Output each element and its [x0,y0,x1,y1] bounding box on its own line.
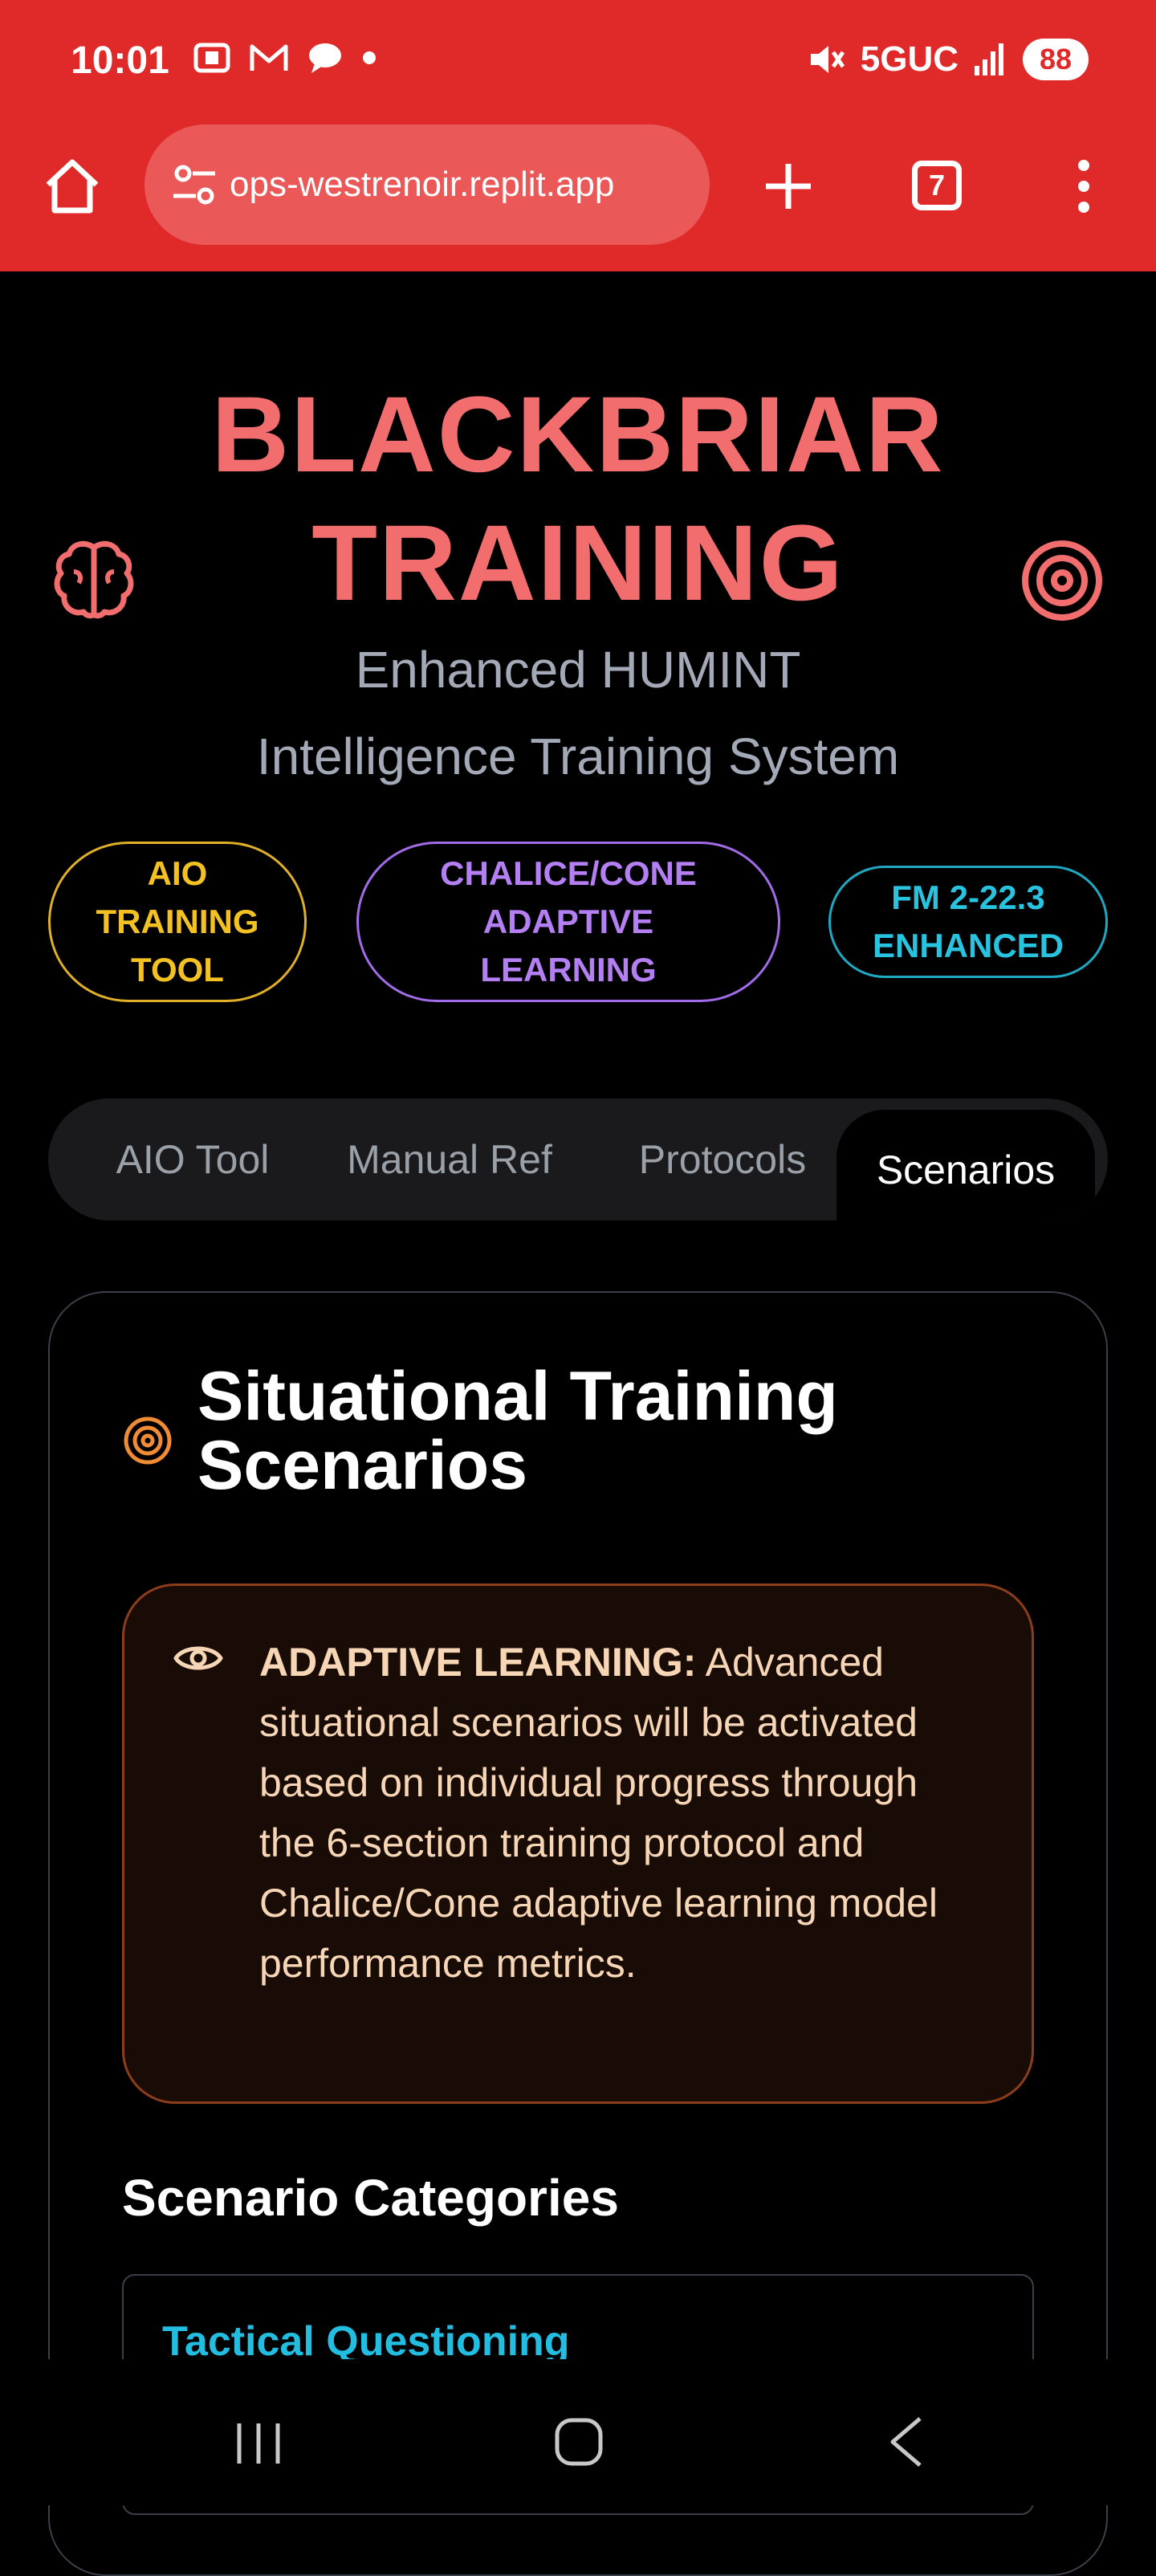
tab-bar: AIO Tool Manual Ref Protocols Scenarios [48,1098,1108,1221]
tab-protocols[interactable]: Protocols [602,1098,843,1221]
subtitle-line1: Enhanced HUMINT [355,641,801,699]
app-subtitle: Enhanced HUMINT Intelligence Training Sy… [144,626,1012,800]
home-icon[interactable] [40,154,104,218]
browser-toolbar: ops-westrenoir.replit.app 7 [0,120,1156,249]
url-text[interactable]: ops-westrenoir.replit.app [230,165,695,205]
card-title: Situational Training Scenarios [197,1358,838,1504]
tab-manual-ref[interactable]: Manual Ref [321,1098,578,1221]
alert-label: ADAPTIVE LEARNING: [259,1640,697,1685]
signal-icon [975,43,1003,75]
brain-icon [54,540,134,619]
badge-chalice-cone: CHALICE/CONE ADAPTIVE LEARNING [356,842,780,1002]
badge-fm-enhanced: FM 2-22.3 ENHANCED [828,866,1108,978]
mute-icon [810,46,845,73]
section-heading: Scenario Categories [122,2169,619,2227]
status-bar: 10:01 5GUC 88 [0,0,1156,120]
badge-text: CHALICE/CONE [440,854,697,892]
alert-text: ADAPTIVE LEARNING: Advanced situational … [259,1632,982,1994]
badge-text: ENHANCED [872,927,1064,964]
back-icon[interactable] [885,2414,926,2470]
dot-icon [363,51,376,64]
subtitle-line2: Intelligence Training System [256,728,900,785]
target-icon [1022,540,1102,621]
badge-text: ADAPTIVE [482,903,654,940]
app-title: BLACKBRIAR TRAINING [144,371,1012,628]
app-title-line2: TRAINING [311,503,845,623]
adaptive-learning-alert: ADAPTIVE LEARNING: Advanced situational … [122,1584,1034,2104]
badge-text: TRAINING [96,903,259,940]
notification-icons [193,40,377,75]
recent-apps-icon[interactable] [233,2420,284,2467]
browser-chrome: 10:01 5GUC 88 ops-westrenoir.replit.app … [0,0,1156,271]
target-icon [124,1416,172,1465]
tab-switcher-button[interactable]: 7 [912,161,962,210]
more-menu-icon[interactable] [1068,154,1100,218]
badge-aio-training-tool: AIO TRAINING TOOL [48,842,307,1002]
system-icons: 5GUC 88 [808,39,1089,80]
site-settings-icon[interactable] [169,159,220,210]
eye-icon [173,1646,223,1670]
gmail-icon [250,44,288,71]
badge-text: FM 2-22.3 [891,878,1045,916]
badge-text: TOOL [131,951,224,988]
app-title-line1: BLACKBRIAR [211,375,945,495]
badge-text: LEARNING [480,951,657,988]
status-time: 10:01 [71,39,169,82]
home-nav-icon[interactable] [554,2417,604,2467]
system-nav-bar [0,2359,1156,2505]
category-title[interactable]: Tactical Questioning [162,2317,570,2366]
address-bar[interactable]: ops-westrenoir.replit.app [144,124,710,245]
alert-body: Advanced situational scenarios will be a… [259,1640,938,1986]
network-type: 5GUC [860,39,959,79]
badge-text: AIO [147,854,208,892]
screenshot-icon [193,43,230,73]
tab-scenarios[interactable]: Scenarios [836,1110,1095,1221]
chat-bubble-icon [309,43,341,73]
tab-aio-tool[interactable]: AIO Tool [96,1098,289,1221]
battery-indicator: 88 [1023,39,1089,80]
new-tab-icon[interactable] [756,154,820,218]
